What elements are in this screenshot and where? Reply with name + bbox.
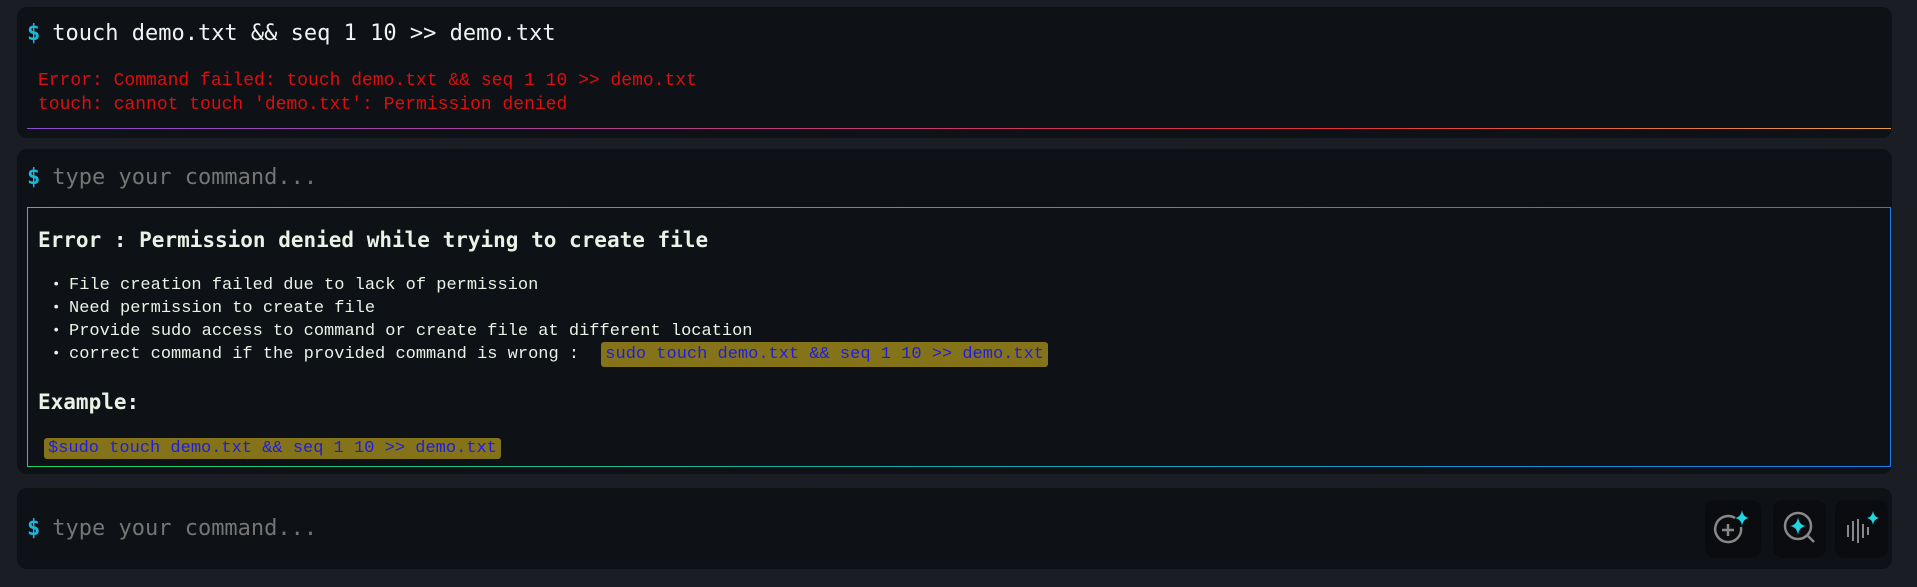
- ai-voice-button[interactable]: [1835, 500, 1888, 558]
- ai-search-icon: [1783, 511, 1815, 543]
- input-panel: $: [17, 488, 1892, 569]
- error-line: touch: cannot touch 'demo.txt': Permissi…: [38, 95, 568, 115]
- ai-add-icon: [1713, 510, 1749, 544]
- list-item-text: correct command if the provided command …: [69, 345, 590, 364]
- prompt-symbol: $: [27, 165, 41, 190]
- list-item: • correct command if the provided command…: [52, 342, 1048, 367]
- list-item: • Provide sudo access to command or creat…: [52, 322, 753, 341]
- list-item: • File creation failed due to lack of per…: [52, 276, 539, 295]
- error-explanation-box: Error : Permission denied while trying t…: [27, 207, 1891, 467]
- list-item-text: Need permission to create file: [69, 299, 376, 318]
- command-history-panel: $ touch demo.txt && seq 1 10 >> demo.txt…: [17, 7, 1892, 138]
- command-text: touch demo.txt && seq 1 10 >> demo.txt: [52, 21, 556, 46]
- ai-search-button[interactable]: [1773, 500, 1826, 558]
- list-item-text: Provide sudo access to command or create…: [69, 322, 753, 341]
- error-line: Error: Command failed: touch demo.txt &&…: [38, 71, 697, 91]
- command-input[interactable]: [52, 516, 953, 541]
- error-heading: Error : Permission denied while trying t…: [38, 228, 709, 252]
- example-command-code[interactable]: $sudo touch demo.txt && seq 1 10 >> demo…: [44, 438, 501, 459]
- divider: [27, 128, 1891, 129]
- suggested-command-code[interactable]: sudo touch demo.txt && seq 1 10 >> demo.…: [601, 342, 1048, 367]
- prompt-symbol: $: [27, 516, 41, 541]
- example-heading: Example:: [38, 390, 140, 414]
- command-input[interactable]: [52, 165, 953, 190]
- explanation-list: • File creation failed due to lack of per…: [52, 274, 1048, 367]
- assistant-panel: $ Error : Permission denied while trying…: [17, 149, 1892, 474]
- list-item-text: File creation failed due to lack of perm…: [69, 276, 539, 295]
- ai-voice-icon: [1846, 511, 1879, 543]
- executed-command: $ touch demo.txt && seq 1 10 >> demo.txt: [27, 21, 556, 46]
- prompt-symbol: $: [27, 21, 41, 46]
- list-item: • Need permission to create file: [52, 299, 376, 318]
- ai-add-button[interactable]: [1705, 500, 1761, 558]
